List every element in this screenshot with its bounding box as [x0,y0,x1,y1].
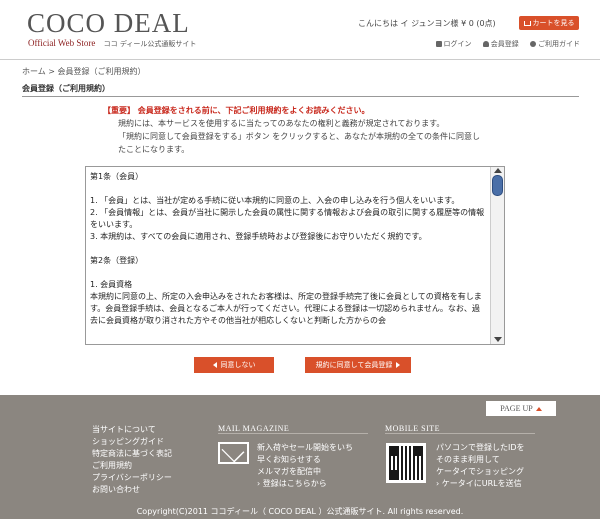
disagree-button[interactable]: 同意しない [194,357,274,373]
scroll-down-icon[interactable] [494,337,502,342]
terms-line: 2. 「会員情報」とは、会員が当社に開示した会員の属性に関する情報および会員の取… [90,208,485,229]
page-up-label: PAGE UP [500,404,533,413]
mobile-line: そのまま利用して [436,455,500,464]
terms-line: 1. 会員資格 [90,280,133,289]
page-up-button[interactable]: PAGE UP [486,401,556,416]
mobile-send-url-link[interactable]: › ケータイにURLを送信 [436,478,525,490]
register-link-label: 会員登録 [490,40,519,48]
mail-register-link[interactable]: › 登録はこちらから [257,478,353,490]
site-header: COCO DEAL Official Web Store ココ ディール公式通販… [0,0,600,60]
mobile-site-title: MOBILE SITE [385,424,441,433]
mail-icon [218,442,249,464]
notice-line-3: たことになります。 [118,145,190,154]
footer-links: 当サイトについて ショッピングガイド 特定商法に基づく表記 ご利用規約 プライバ… [92,424,172,496]
mobile-line: パソコンで登録したIDを [436,443,525,452]
title-divider [22,96,579,97]
user-icon [482,41,489,47]
scroll-thumb[interactable] [492,175,503,196]
footer-link-legal[interactable]: 特定商法に基づく表記 [92,448,172,460]
arrow-left-icon [212,362,217,368]
mail-magazine-title: MAIL MAGAZINE [218,424,290,433]
site-footer: PAGE UP 当サイトについて ショッピングガイド 特定商法に基づく表記 ご利… [0,395,600,519]
scroll-up-icon[interactable] [494,168,502,173]
view-cart-label: カートを見る [532,19,575,27]
arrow-right-icon [396,362,401,368]
important-notice: 【重要】 会員登録をされる前に、下記ご利用規約をよくお読みください。 [103,106,370,115]
terms-line: 第1条（会員） [90,172,144,181]
qr-code [386,443,426,483]
user-greeting: こんにちは イ ジュンヨン様 ¥ 0 (0点) [358,19,496,28]
qr-code-pattern [389,446,423,480]
terms-line [90,183,486,195]
question-icon [530,41,536,47]
header-divider [0,59,600,60]
terms-scrollbar[interactable] [490,167,504,344]
caret-up-icon [535,407,542,412]
copyright: Copyright(C)2011 ココディール（ COCO DEAL ）公式通販… [136,507,464,516]
terms-line [90,243,486,255]
guide-link-label: ご利用ガイド [538,40,580,48]
footer-link-contact[interactable]: お問い合わせ [92,484,172,496]
page-title: 会員登録（ご利用規約） [22,84,110,93]
terms-line: 第2条（登録） [90,256,144,265]
mail-magazine-text: 新入荷やセール開始をいち 早くお知らせする メルマガを配信中 › 登録はこちらか… [257,442,353,490]
disagree-button-label: 同意しない [220,361,256,369]
terms-notice: 【重要】 会員登録をされる前に、下記ご利用規約をよくお読みください。 規約には、… [103,104,523,156]
site-logo[interactable]: COCO DEAL [27,8,190,39]
mobile-line: ケータイでショッピング [436,467,524,476]
footer-link-privacy[interactable]: プライバシーポリシー [92,472,172,484]
agree-register-button[interactable]: 規約に同意して会員登録 [305,357,411,373]
header-links: ログイン 会員登録 ご利用ガイド [427,39,580,49]
terms-text: 第1条（会員） 1. 「会員」とは、当社が定める手続に従い本規約に同意の上、入会… [90,171,486,327]
terms-line: 3. 本規約は、すべての会員に適用され、登録手続時および登録後にお守りいただく規… [90,232,427,241]
terms-line: 1. 「会員」とは、当社が定める手続に従い本規約に同意の上、入会の申し込みを行う… [90,196,460,205]
logo-tagline: Official Web Store ココ ディール公式通販サイト [28,38,196,49]
guide-link[interactable]: ご利用ガイド [530,40,580,48]
notice-line-2: 「規約に同意して会員登録をする」ボタン をクリックすると、あなたが本規約の全ての… [118,132,480,141]
footer-link-about[interactable]: 当サイトについて [92,424,172,436]
terms-line: 本規約に同意の上、所定の入会申込みをされたお客様は、所定の登録手続完了後に会員と… [90,292,482,325]
logo-tagline-en: Official Web Store [28,38,96,48]
footer-link-shopping-guide[interactable]: ショッピングガイド [92,436,172,448]
cart-icon [523,20,531,26]
mail-divider [218,433,368,434]
logo-tagline-jp: ココ ディール公式通販サイト [103,40,197,48]
terms-textarea[interactable]: 第1条（会員） 1. 「会員」とは、当社が定める手続に従い本規約に同意の上、入会… [85,166,505,345]
mail-line: メルマガを配信中 [257,467,321,476]
mobile-divider [385,433,535,434]
terms-line [90,267,486,279]
agree-button-label: 規約に同意して会員登録 [315,361,393,369]
notice-line-1: 規約には、本サービスを使用するに当たってのあなたの権利と義務が規定されております… [118,119,445,128]
lock-icon [435,41,442,47]
login-link[interactable]: ログイン [435,40,472,48]
login-link-label: ログイン [443,40,472,48]
breadcrumb[interactable]: ホーム > 会員登録（ご利用規約） [22,66,146,77]
register-link[interactable]: 会員登録 [482,40,519,48]
view-cart-button[interactable]: カートを見る [519,16,579,30]
footer-link-terms[interactable]: ご利用規約 [92,460,172,472]
mail-line: 新入荷やセール開始をいち [257,443,353,452]
mail-line: 早くお知らせする [257,455,321,464]
mobile-site-text: パソコンで登録したIDを そのまま利用して ケータイでショッピング › ケータイ… [436,442,525,490]
